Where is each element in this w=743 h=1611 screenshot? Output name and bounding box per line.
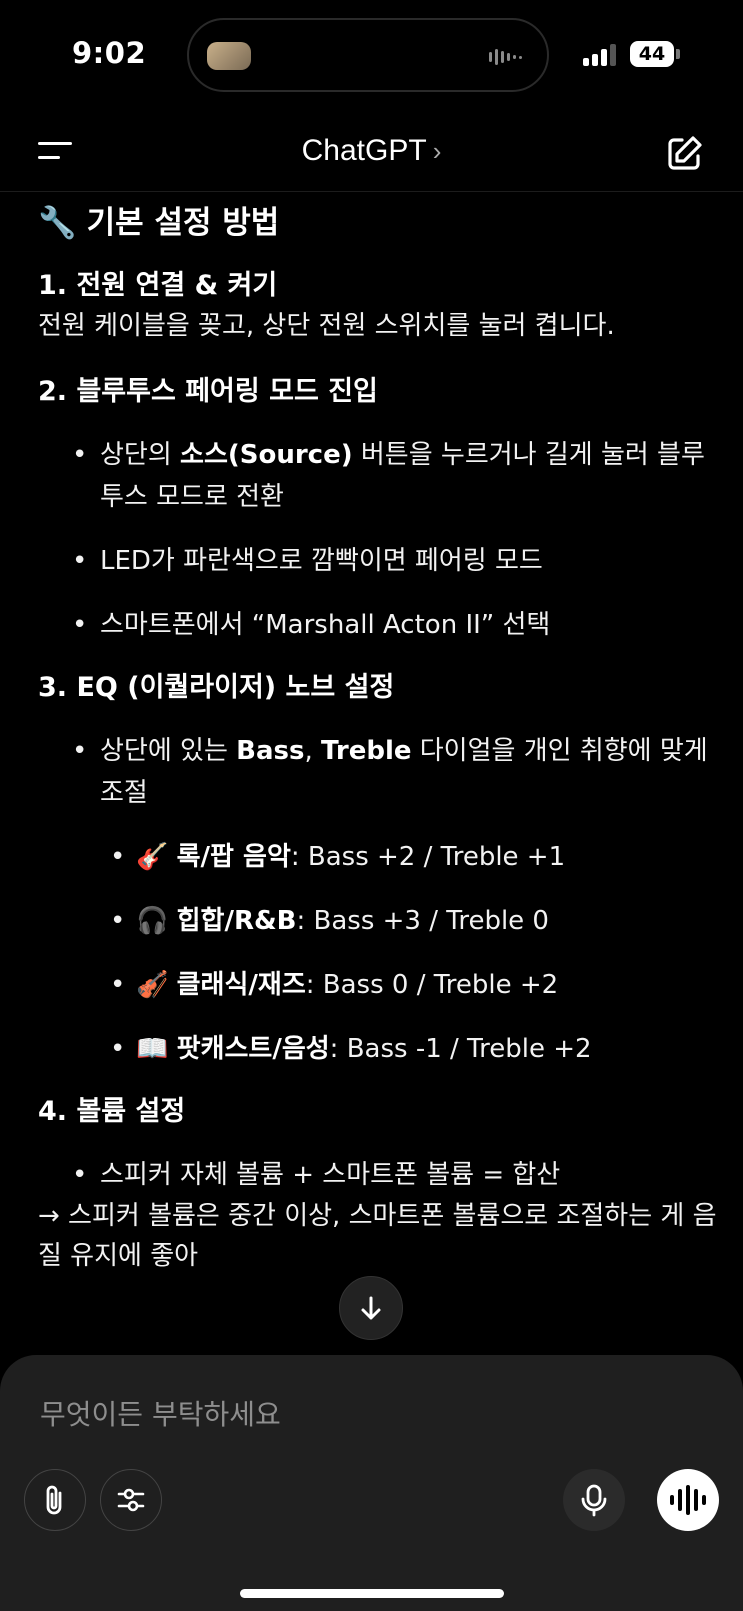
preset-value: : Bass 0 / Treble +2 [305, 970, 559, 1000]
violin-icon: 🎻 [136, 970, 169, 1000]
bold-text: Bass [236, 736, 305, 766]
list-item: 상단의 소스(Source) 버튼을 누르거나 길게 눌러 블루투스 모드로 전… [38, 434, 718, 518]
battery-indicator: 44 [630, 41, 674, 67]
new-chat-icon[interactable] [662, 132, 706, 176]
voice-mode-button[interactable] [657, 1469, 719, 1531]
preset-value: : Bass -1 / Treble +2 [329, 1034, 592, 1064]
book-icon: 📖 [136, 1034, 169, 1064]
section-heading: 🔧 기본 설정 방법 [38, 198, 718, 248]
message-input[interactable]: 무엇이든 부탁하세요 [40, 1393, 281, 1433]
dictation-button[interactable] [563, 1469, 625, 1531]
preset-value: : Bass +3 / Treble 0 [296, 906, 549, 936]
composer: 무엇이든 부탁하세요 [0, 1355, 743, 1611]
bold-text: Treble [321, 736, 412, 766]
bold-text: 소스(Source) [180, 440, 353, 470]
audio-waveform-icon [489, 48, 525, 66]
list-item: 스피커 자체 볼륨 + 스마트폰 볼륨 = 합산 [38, 1154, 718, 1196]
arrow-down-icon [361, 1296, 381, 1320]
eq-preset-item: 🎸 록/팝 음악: Bass +2 / Treble +1 [38, 836, 718, 878]
guitar-icon: 🎸 [136, 842, 169, 872]
dynamic-island[interactable] [187, 18, 549, 92]
preset-label: 팟캐스트/음성 [176, 1034, 330, 1064]
section-heading-text: 기본 설정 방법 [86, 205, 280, 241]
text: 상단의 [100, 440, 181, 470]
wrench-icon: 🔧 [38, 205, 77, 241]
attach-button[interactable] [24, 1469, 86, 1531]
eq-preset-item: 🎻 클래식/재즈: Bass 0 / Treble +2 [38, 964, 718, 1006]
eq-preset-item: 📖 팟캐스트/음성: Bass -1 / Treble +2 [38, 1028, 718, 1070]
battery-nub [676, 49, 680, 59]
status-bar: 9:02 44 [0, 0, 743, 110]
status-time: 9:02 [72, 36, 147, 70]
preset-value: : Bass +2 / Treble +1 [290, 842, 566, 872]
microphone-icon [581, 1484, 607, 1517]
chat-header: ChatGPT › [0, 118, 743, 192]
header-title: ChatGPT [301, 134, 427, 167]
step-3-title: 3. EQ (이퀄라이저) 노브 설정 [38, 672, 395, 703]
list-item: LED가 파란색으로 깜빡이면 페어링 모드 [38, 540, 718, 582]
chevron-right-icon: › [432, 136, 442, 166]
step-4-title: 4. 볼륨 설정 [38, 1096, 186, 1127]
cellular-signal-icon [583, 42, 619, 66]
list-item: 상단에 있는 Bass, Treble 다이얼을 개인 취향에 맞게 조절 [38, 730, 718, 814]
assistant-message: 🔧 기본 설정 방법 1. 전원 연결 & 켜기 전원 케이블을 꽂고, 상단 전… [38, 198, 718, 1276]
model-selector[interactable]: ChatGPT › [0, 134, 743, 168]
home-indicator [240, 1589, 504, 1598]
scroll-to-bottom-button[interactable] [339, 1276, 403, 1340]
preset-label: 록/팝 음악 [176, 842, 291, 872]
preset-label: 클래식/재즈 [176, 970, 306, 1000]
step-4-tail: → 스피커 볼륨은 중간 이상, 스마트폰 볼륨으로 조절하는 게 음질 유지에… [38, 1201, 717, 1271]
text: , [304, 736, 321, 766]
eq-preset-item: 🎧 힙합/R&B: Bass +3 / Treble 0 [38, 900, 718, 942]
paperclip-icon [46, 1485, 62, 1515]
headphones-icon: 🎧 [136, 906, 169, 936]
tools-button[interactable] [100, 1469, 162, 1531]
text: 상단에 있는 [100, 736, 237, 766]
step-1-body: 전원 케이블을 꽂고, 상단 전원 스위치를 눌러 켭니다. [38, 311, 615, 341]
list-item: 스마트폰에서 “Marshall Acton II” 선택 [38, 604, 718, 646]
sliders-icon [117, 1488, 145, 1512]
preset-label: 힙합/R&B [176, 906, 297, 936]
step-2-title: 2. 블루투스 페어링 모드 진입 [38, 376, 378, 407]
live-activity-thumbnail [207, 42, 251, 70]
step-1-title: 1. 전원 연결 & 켜기 [38, 270, 278, 301]
